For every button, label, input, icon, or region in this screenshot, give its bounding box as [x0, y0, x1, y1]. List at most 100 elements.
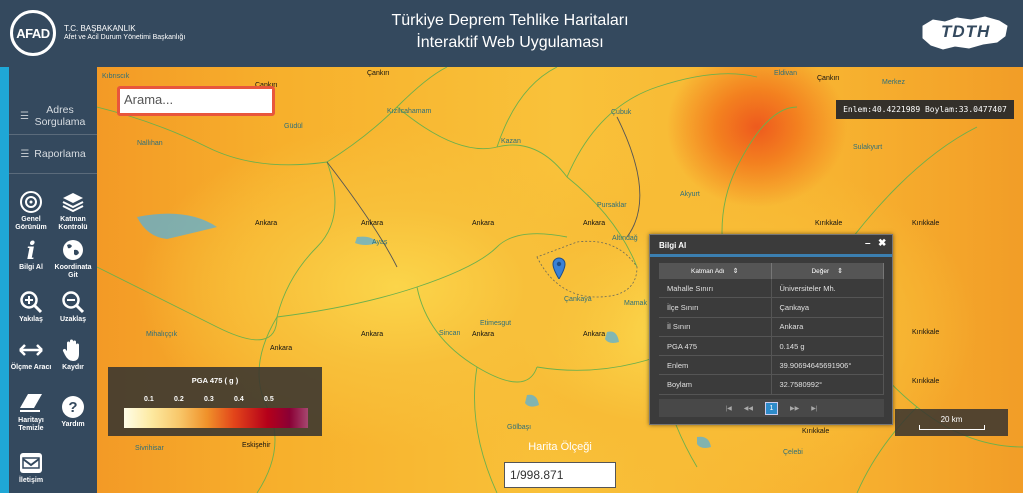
- app-title-line2: İnteraktif Web Uygulaması: [416, 34, 604, 51]
- legend-tick: 0.5: [264, 396, 274, 403]
- legend-tick: 0.3: [204, 396, 214, 403]
- map-scale-input[interactable]: 1/998.871: [504, 462, 616, 488]
- cell-layer: İl Sınırı: [659, 317, 772, 336]
- tool-uzaklas[interactable]: Uzaklaş: [52, 289, 94, 324]
- map-label: Kırıkkale: [912, 220, 940, 227]
- table-row[interactable]: PGA 475 0.145 g: [659, 336, 884, 357]
- map-label: Kazan: [501, 138, 521, 145]
- minimize-icon[interactable]: –: [865, 238, 871, 249]
- map-marker-icon[interactable]: [552, 257, 566, 280]
- map-label: Eldivan: [774, 70, 797, 77]
- mail-icon: [18, 450, 44, 476]
- table-row[interactable]: İlçe Sınırı Çankaya: [659, 298, 884, 318]
- search-input[interactable]: Arama...: [117, 86, 275, 116]
- cell-value: 0.145 g: [772, 336, 884, 356]
- tool-koordinata-git[interactable]: Koordinata Git: [52, 237, 94, 280]
- sidebar: ☰ Adres Sorgulama ☰ Raporlama Genel Görü…: [9, 67, 97, 493]
- tool-label: Yardım: [61, 421, 85, 428]
- cell-layer: Boylam: [659, 375, 772, 394]
- sidebar-link-label: Raporlama: [34, 148, 86, 160]
- cell-layer: PGA 475: [659, 336, 772, 356]
- scalebar: 20 km: [895, 409, 1008, 436]
- tool-katman-kontrolu[interactable]: Katman Kontrolü: [52, 189, 94, 232]
- close-icon[interactable]: ✖: [878, 238, 886, 249]
- map-label: Altındağ: [612, 235, 638, 242]
- map-label: Sincan: [439, 330, 461, 337]
- sort-icon: ⇕: [732, 268, 739, 275]
- divider: [9, 173, 97, 174]
- layers-icon: [60, 189, 86, 215]
- map-label: Kırıkkale: [815, 220, 843, 227]
- table-row[interactable]: Enlem 39.90694645691906°: [659, 356, 884, 376]
- pager: |◀ ◀◀ 1 ▶▶ ▶|: [659, 399, 884, 417]
- sidebar-link-raporlama[interactable]: ☰ Raporlama: [9, 145, 97, 163]
- info-panel: Bilgi Al – ✖ Katman Adı ⇕ Değer ⇕ Mahalle …: [649, 234, 893, 425]
- cell-layer: İlçe Sınırı: [659, 298, 772, 317]
- sidebar-link-label: Adres Sorgulama: [34, 104, 86, 128]
- eraser-icon: [18, 390, 44, 416]
- cell-value: 32.7580992°: [772, 375, 884, 394]
- map-label: Mihalıççık: [146, 331, 178, 338]
- legend-tick: 0.1: [144, 396, 154, 403]
- legend-title: PGA 475 ( g ): [191, 376, 239, 385]
- tool-genel-gorunum[interactable]: Genel Görünüm: [10, 189, 52, 232]
- map-label: Eskişehir: [242, 442, 271, 449]
- zoom-in-icon: [18, 289, 44, 315]
- org-line1: T.C. BAŞBAKANLIK: [64, 24, 136, 33]
- last-page-icon[interactable]: ▶|: [811, 405, 817, 412]
- tool-label: Koordinata Git: [54, 264, 92, 279]
- sort-icon: ⇕: [837, 268, 844, 275]
- tool-haritayi-temizle[interactable]: Haritayı Temizle: [10, 390, 52, 433]
- map-label: Ankara: [270, 345, 293, 352]
- tool-yaklas[interactable]: Yakılaş: [10, 289, 52, 324]
- cell-layer: Mahalle Sınırı: [659, 279, 772, 298]
- first-page-icon[interactable]: |◀: [726, 405, 732, 412]
- next-page-icon[interactable]: ▶▶: [790, 405, 799, 412]
- tool-iletisim[interactable]: İletişim: [10, 450, 52, 485]
- map-label: Gölbaşı: [507, 424, 532, 431]
- map-label: Ankara: [472, 331, 495, 338]
- info-panel-header[interactable]: [650, 235, 892, 257]
- tool-label: Ölçme Aracı: [10, 364, 52, 371]
- measure-icon: [18, 337, 44, 363]
- table-row[interactable]: Boylam 32.7580992°: [659, 375, 884, 395]
- crosshair-icon: [18, 189, 44, 215]
- map-label: Ankara: [583, 331, 606, 338]
- tool-bilgi-al[interactable]: i Bilgi Al: [10, 235, 52, 272]
- map-label: Güdül: [284, 123, 303, 130]
- column-header-value[interactable]: Değer ⇕: [772, 263, 884, 279]
- table-row[interactable]: İl Sınırı Ankara: [659, 317, 884, 337]
- map-scale-label: Harita Ölçeği: [528, 441, 592, 453]
- tool-label: Haritayı Temizle: [18, 417, 44, 432]
- map-label: Ankara: [361, 220, 384, 227]
- list-icon: ☰: [20, 110, 29, 122]
- hand-icon: [60, 337, 86, 363]
- table-row[interactable]: Mahalle Sınırı Üniversiteler Mh.: [659, 279, 884, 299]
- tool-label: Yakılaş: [19, 316, 43, 323]
- map-label: Çankaya: [564, 296, 592, 303]
- search-placeholder: Arama...: [124, 92, 174, 107]
- tool-yardim[interactable]: ? Yardım: [52, 394, 94, 429]
- scalebar-label: 20 km: [940, 415, 963, 424]
- tool-olcme-araci[interactable]: Ölçme Aracı: [10, 337, 52, 372]
- map-label: Çankırı: [817, 75, 840, 82]
- current-page-button[interactable]: 1: [765, 401, 778, 415]
- map-label: Kıbrıscık: [102, 73, 130, 80]
- legend-tick: 0.2: [174, 396, 184, 403]
- info-icon: i: [26, 235, 36, 265]
- sidebar-link-adres-sorgulama[interactable]: ☰ Adres Sorgulama: [9, 101, 97, 131]
- map-label: Çubuk: [611, 109, 632, 116]
- tool-label: Uzaklaş: [59, 316, 87, 323]
- info-panel-title: Bilgi Al: [659, 241, 687, 250]
- cell-value: Çankaya: [772, 298, 884, 317]
- pga-legend: PGA 475 ( g ) 0.1 0.2 0.3 0.4 0.5: [108, 367, 322, 436]
- help-icon: ?: [60, 394, 86, 420]
- legend-ticks: 0.1 0.2 0.3 0.4 0.5: [122, 396, 308, 406]
- prev-page-icon[interactable]: ◀◀: [744, 405, 753, 412]
- column-header-layer[interactable]: Katman Adı ⇕: [659, 263, 772, 279]
- tool-kaydir[interactable]: Kaydır: [52, 337, 94, 372]
- list-icon: ☰: [20, 148, 30, 160]
- afad-logo[interactable]: AFAD T.C. BAŞBAKANLIK Afet ve Acil Durum…: [10, 10, 200, 56]
- cell-layer: Enlem: [659, 356, 772, 375]
- map-label: Ankara: [472, 220, 495, 227]
